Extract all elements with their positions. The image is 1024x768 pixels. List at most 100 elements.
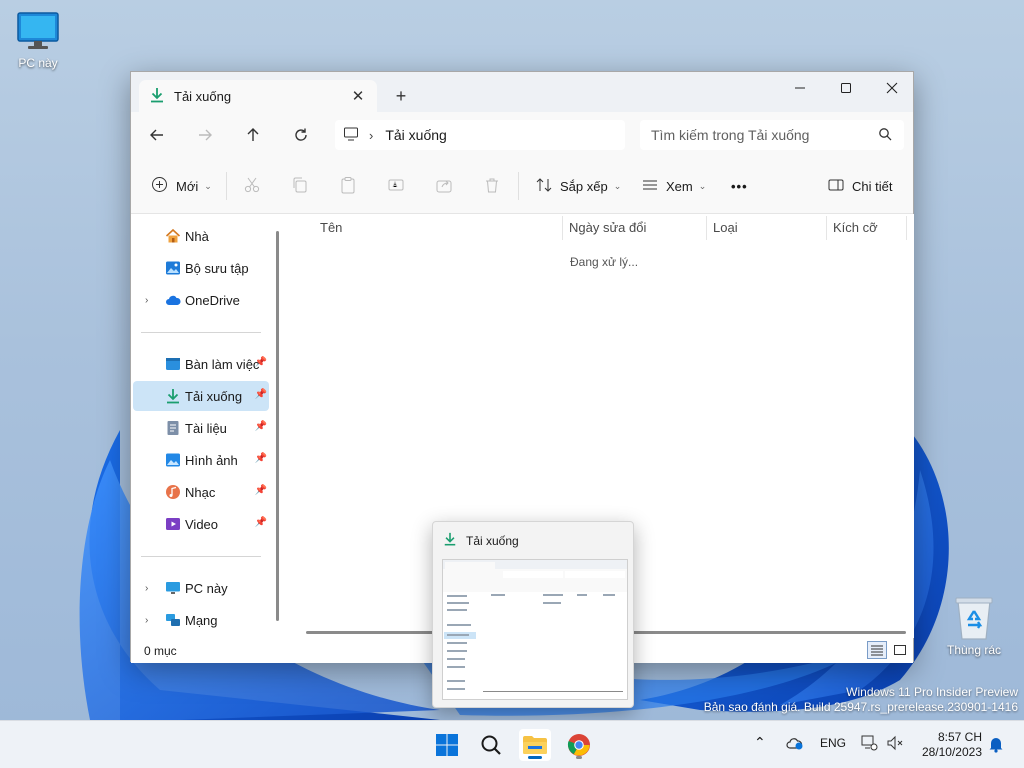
- download-icon: [149, 87, 165, 106]
- file-explorer-taskbar-button[interactable]: [519, 729, 551, 761]
- sidebar-item-onedrive[interactable]: › OneDrive: [133, 285, 269, 315]
- volume-muted-icon[interactable]: [886, 734, 904, 755]
- navigation-bar: › Tải xuống Tìm kiếm trong Tải xuống: [131, 112, 913, 158]
- breadcrumb-current[interactable]: Tải xuống: [385, 127, 446, 143]
- search-box[interactable]: Tìm kiếm trong Tải xuống: [640, 120, 904, 150]
- delete-button[interactable]: [483, 172, 501, 200]
- sidebar-divider: [141, 332, 261, 333]
- monitor-icon: [343, 126, 359, 145]
- show-hidden-icons-button[interactable]: ⌃: [754, 734, 766, 751]
- input-language-indicator[interactable]: ENG: [820, 736, 846, 750]
- evaluation-watermark: Windows 11 Pro Insider Preview Bản sao đ…: [704, 685, 1018, 715]
- column-header-size[interactable]: Kích cỡ: [833, 216, 878, 238]
- sidebar-item-network[interactable]: › Mạng: [133, 605, 269, 635]
- pin-icon[interactable]: 📌: [255, 421, 267, 432]
- share-button[interactable]: [435, 172, 453, 200]
- cut-button[interactable]: [243, 172, 261, 200]
- network-tray-icon[interactable]: [860, 734, 878, 755]
- more-icon: •••: [731, 178, 748, 194]
- details-pane-button[interactable]: Chi tiết: [827, 172, 892, 200]
- view-button[interactable]: Xem ⌄: [641, 172, 706, 200]
- documents-icon: [165, 420, 181, 439]
- new-button[interactable]: Mới ⌄: [151, 172, 212, 200]
- notification-bell-icon[interactable]: [988, 735, 1004, 756]
- thumbnail-title-label: Tải xuống: [466, 533, 519, 548]
- see-more-button[interactable]: •••: [731, 172, 748, 200]
- sort-label: Sắp xếp: [560, 178, 608, 194]
- sidebar-scrollbar[interactable]: [276, 231, 279, 621]
- pin-icon[interactable]: 📌: [255, 389, 267, 400]
- rename-button[interactable]: [387, 172, 405, 200]
- sidebar-item-pictures[interactable]: Hình ảnh 📌: [133, 445, 269, 475]
- maximize-button[interactable]: [823, 72, 869, 104]
- recycle-bin-icon: [952, 595, 996, 641]
- clock[interactable]: 8:57 CH 28/10/2023: [922, 730, 982, 760]
- pin-icon[interactable]: 📌: [255, 357, 267, 368]
- up-button[interactable]: [239, 122, 267, 148]
- column-divider[interactable]: [906, 216, 907, 240]
- sidebar-item-downloads[interactable]: Tải xuống 📌: [133, 381, 269, 411]
- sidebar-item-video[interactable]: Video 📌: [133, 509, 269, 539]
- column-header-date-modified[interactable]: Ngày sửa đổi: [569, 216, 646, 238]
- download-icon: [165, 388, 181, 407]
- onedrive-cloud-icon: [165, 292, 181, 311]
- paste-button[interactable]: [339, 172, 357, 200]
- video-icon: [165, 516, 181, 535]
- sidebar-item-label: Nhạc: [185, 484, 216, 500]
- sidebar-item-home[interactable]: Nhà: [133, 221, 269, 251]
- refresh-button[interactable]: [287, 122, 315, 148]
- sidebar-item-documents[interactable]: Tài liệu 📌: [133, 413, 269, 443]
- close-window-button[interactable]: [869, 72, 915, 104]
- column-header-name[interactable]: Tên: [320, 216, 342, 238]
- view-list-icon: [641, 176, 659, 197]
- sort-button[interactable]: Sắp xếp ⌄: [535, 172, 621, 200]
- close-tab-icon[interactable]: ✕: [349, 87, 367, 105]
- sidebar-item-label: Video: [185, 516, 219, 532]
- tab-downloads[interactable]: Tải xuống ✕: [139, 80, 377, 112]
- monitor-icon: [16, 10, 60, 54]
- start-button[interactable]: [431, 729, 463, 761]
- watermark-line-2: Bản sao đánh giá. Build 25947.rs_prerele…: [703, 700, 1018, 714]
- chevron-right-icon[interactable]: ›: [145, 615, 148, 626]
- pin-icon[interactable]: 📌: [255, 453, 267, 464]
- back-button[interactable]: [143, 122, 171, 148]
- copy-button[interactable]: [291, 172, 309, 200]
- search-taskbar-button[interactable]: [475, 729, 507, 761]
- chevron-right-icon[interactable]: ›: [145, 583, 148, 594]
- tab-label: Tải xuống: [174, 88, 232, 104]
- forward-button[interactable]: [191, 122, 219, 148]
- column-header-type[interactable]: Loại: [713, 216, 738, 238]
- sidebar-item-label: Tải xuống: [185, 388, 243, 404]
- chrome-icon: [567, 734, 590, 756]
- pin-icon[interactable]: 📌: [255, 517, 267, 528]
- address-bar[interactable]: › Tải xuống: [335, 120, 625, 150]
- chrome-taskbar-button[interactable]: [563, 729, 595, 761]
- column-divider[interactable]: [562, 216, 563, 240]
- desktop-icon-recycle-bin[interactable]: Thùng rác: [938, 595, 1010, 657]
- search-placeholder: Tìm kiếm trong Tải xuống: [651, 127, 810, 143]
- column-divider[interactable]: [706, 216, 707, 240]
- sidebar-item-desktop[interactable]: Bàn làm việc 📌: [133, 349, 269, 379]
- chevron-right-icon[interactable]: ›: [145, 295, 148, 306]
- sidebar-item-this-pc[interactable]: › PC này: [133, 573, 269, 603]
- desktop-folder-icon: [165, 356, 181, 375]
- sidebar-item-gallery[interactable]: Bộ sưu tập: [133, 253, 269, 283]
- folder-icon: [523, 736, 547, 754]
- tiles-view-button[interactable]: [890, 641, 910, 659]
- pin-icon[interactable]: 📌: [255, 485, 267, 496]
- watermark-line-1: Windows 11 Pro Insider Preview: [846, 685, 1018, 699]
- desktop-icon-this-pc[interactable]: PC này: [2, 10, 74, 70]
- details-pane-icon: [827, 176, 845, 197]
- column-divider[interactable]: [826, 216, 827, 240]
- minimize-button[interactable]: [777, 72, 823, 104]
- breadcrumb-chevron-icon[interactable]: ›: [369, 128, 373, 143]
- sidebar-item-music[interactable]: Nhạc 📌: [133, 477, 269, 507]
- taskbar-thumbnail-preview[interactable]: Tải xuống: [432, 521, 634, 708]
- command-bar: Mới ⌄ Sắp xếp ⌄ Xem ⌄ ••• Chi tiết: [131, 158, 913, 214]
- windows-logo-icon: [436, 734, 458, 756]
- new-tab-button[interactable]: +: [389, 84, 413, 108]
- share-icon: [435, 176, 453, 197]
- chevron-down-icon: ⌄: [613, 180, 622, 191]
- details-view-button[interactable]: [867, 641, 887, 659]
- onedrive-tray-icon[interactable]: [786, 735, 804, 754]
